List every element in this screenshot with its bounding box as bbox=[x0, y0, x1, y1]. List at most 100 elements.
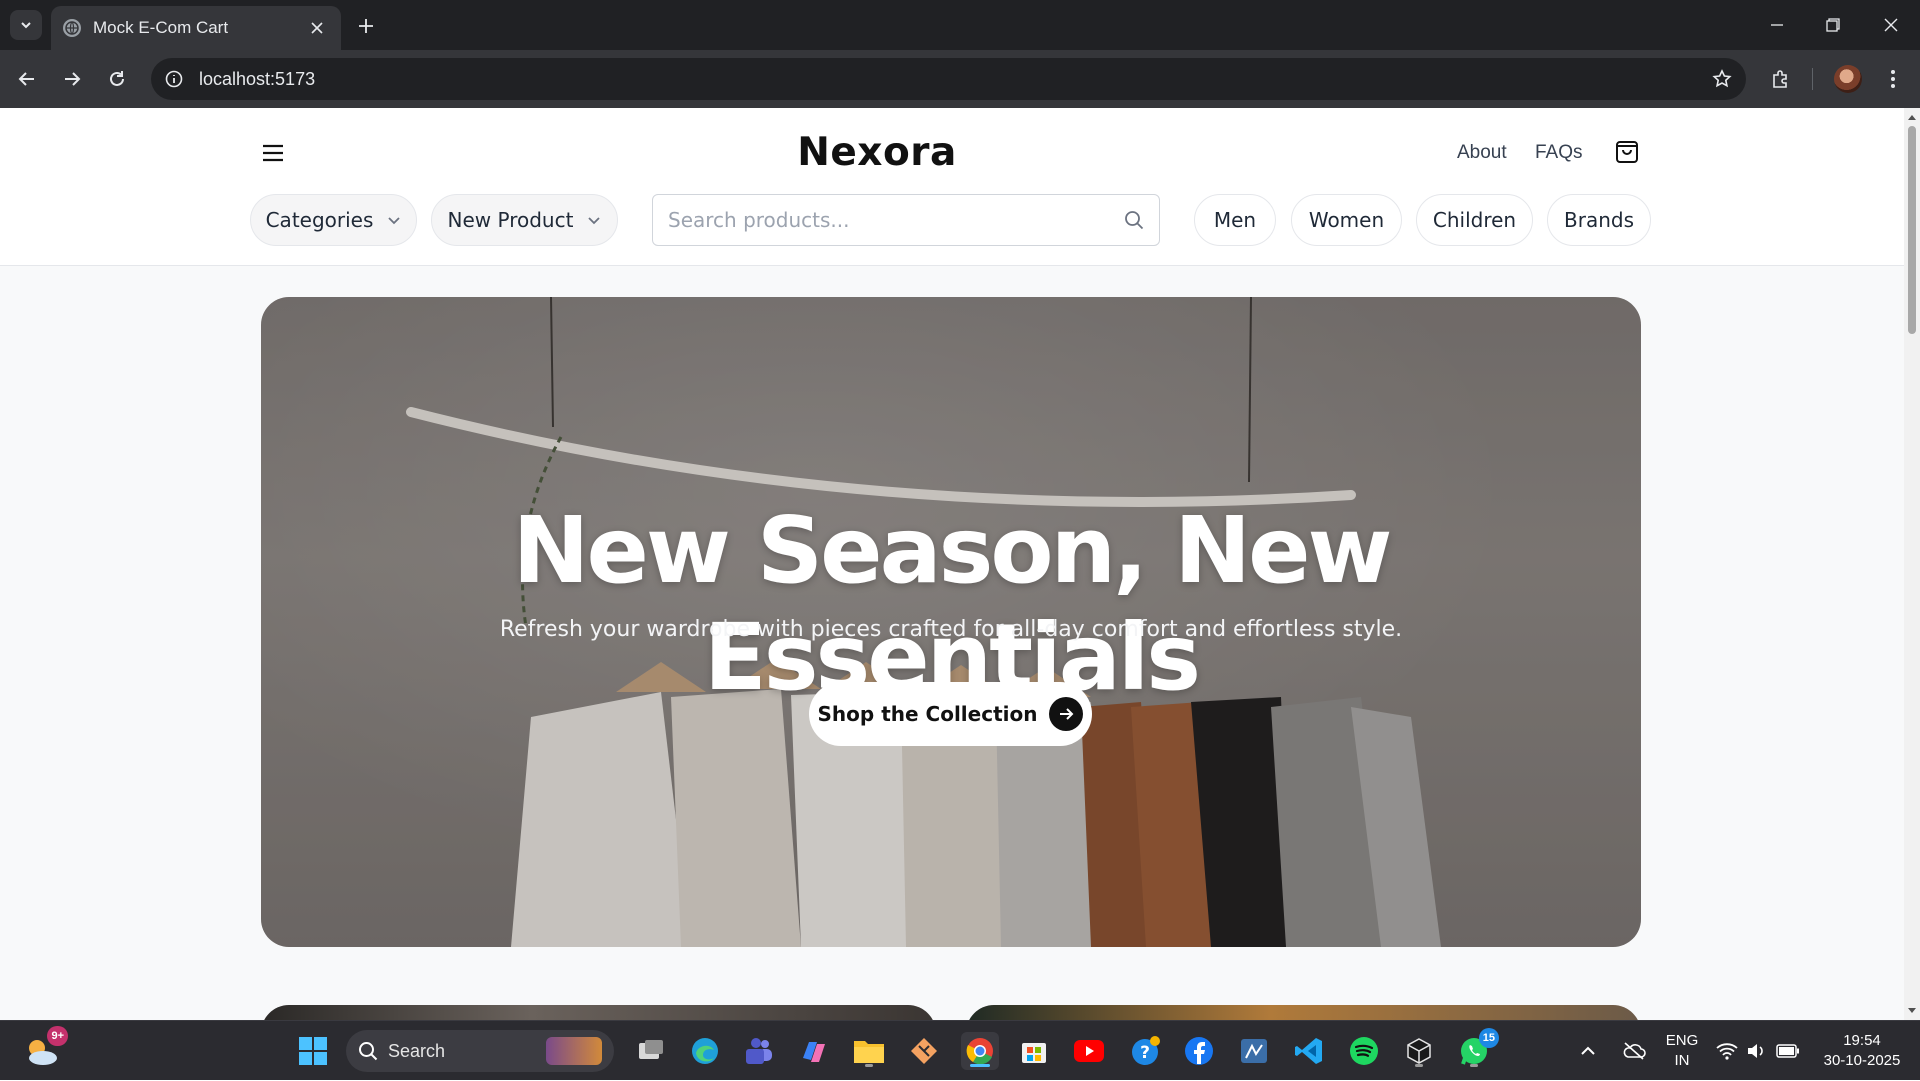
chevron-up-icon bbox=[1581, 1046, 1595, 1055]
facebook-app[interactable] bbox=[1180, 1032, 1218, 1070]
search-icon bbox=[359, 1042, 378, 1061]
clock-time: 19:54 bbox=[1843, 1032, 1881, 1049]
file-explorer-app[interactable] bbox=[850, 1032, 888, 1070]
cube-icon bbox=[1407, 1038, 1431, 1064]
chrome-app[interactable] bbox=[961, 1032, 999, 1070]
spotify-icon bbox=[1350, 1037, 1378, 1065]
cart-button[interactable] bbox=[1612, 136, 1642, 166]
address-bar[interactable]: localhost:5173 bbox=[151, 58, 1746, 100]
whatsapp-app[interactable]: 15 bbox=[1455, 1028, 1499, 1070]
category-pill-men[interactable]: Men bbox=[1194, 194, 1276, 246]
new-product-dropdown[interactable]: New Product bbox=[431, 194, 618, 246]
vscode-app[interactable] bbox=[1290, 1032, 1328, 1070]
avatar bbox=[1834, 65, 1862, 93]
hero-subheading: Refresh your wardrobe with pieces crafte… bbox=[499, 617, 1403, 642]
start-button[interactable] bbox=[294, 1032, 332, 1070]
remote-app[interactable] bbox=[1235, 1032, 1273, 1070]
scrollbar-thumb[interactable] bbox=[1908, 126, 1916, 334]
new-tab-button[interactable] bbox=[352, 12, 380, 40]
info-icon[interactable] bbox=[165, 70, 183, 88]
minimize-button[interactable] bbox=[1752, 8, 1802, 42]
scroll-up-arrow[interactable] bbox=[1907, 112, 1917, 122]
network-volume-battery[interactable] bbox=[1716, 1021, 1800, 1081]
tab-title: Mock E-Com Cart bbox=[93, 18, 229, 37]
system-clock[interactable]: 19:54 30-10-2025 bbox=[1812, 1031, 1912, 1071]
arrow-right-icon bbox=[1049, 697, 1084, 731]
star-icon[interactable] bbox=[1712, 69, 1732, 89]
onedrive-status[interactable] bbox=[1622, 1021, 1646, 1081]
copilot-app[interactable] bbox=[795, 1032, 833, 1070]
restore-button[interactable] bbox=[1808, 8, 1858, 42]
extensions-icon bbox=[1773, 70, 1787, 88]
forward-button[interactable] bbox=[55, 62, 89, 96]
windows-logo-icon bbox=[299, 1037, 327, 1065]
edge-app[interactable] bbox=[686, 1032, 724, 1070]
close-tab-button[interactable] bbox=[305, 16, 329, 40]
show-hidden-icons-button[interactable] bbox=[1580, 1021, 1596, 1081]
hamburger-menu-button[interactable] bbox=[258, 138, 288, 168]
search-icon[interactable] bbox=[1124, 210, 1144, 230]
category-pill-children[interactable]: Children bbox=[1416, 194, 1533, 246]
reload-icon bbox=[110, 71, 124, 86]
extensions-button[interactable] bbox=[1764, 62, 1798, 96]
site-logo[interactable]: Nexora bbox=[700, 130, 1054, 175]
faqs-link[interactable]: FAQs bbox=[1535, 142, 1583, 164]
search-input[interactable] bbox=[668, 208, 1124, 232]
chrome-icon bbox=[966, 1038, 993, 1065]
globe-icon bbox=[63, 19, 81, 37]
terminal-app[interactable] bbox=[1400, 1032, 1438, 1070]
active-indicator bbox=[970, 1064, 990, 1067]
weather-widget[interactable]: 9+ bbox=[22, 1026, 68, 1070]
task-view-button[interactable] bbox=[632, 1032, 670, 1070]
kebab-menu-icon bbox=[1891, 70, 1895, 88]
profile-avatar[interactable] bbox=[1831, 62, 1865, 96]
taskbar-search[interactable]: Search bbox=[346, 1030, 614, 1072]
category-pill-women[interactable]: Women bbox=[1291, 194, 1402, 246]
store-icon bbox=[1022, 1043, 1046, 1063]
youtube-icon bbox=[1074, 1040, 1104, 1062]
close-window-button[interactable] bbox=[1866, 8, 1916, 42]
back-arrow-icon bbox=[18, 72, 34, 86]
plus-icon bbox=[359, 19, 373, 33]
category-pill-brands[interactable]: Brands bbox=[1547, 194, 1651, 246]
microsoft-store-app[interactable] bbox=[1015, 1032, 1053, 1070]
browser-tab[interactable]: Mock E-Com Cart bbox=[51, 6, 341, 50]
new-product-dropdown-label: New Product bbox=[447, 208, 574, 232]
product-search bbox=[652, 194, 1160, 246]
restore-icon bbox=[1826, 18, 1840, 32]
featured-card-right[interactable] bbox=[966, 1005, 1641, 1020]
running-indicator bbox=[1470, 1064, 1478, 1067]
categories-dropdown-label: Categories bbox=[265, 208, 374, 232]
shop-collection-button[interactable]: Shop the Collection bbox=[809, 682, 1092, 746]
categories-dropdown[interactable]: Categories bbox=[250, 194, 417, 246]
volume-icon bbox=[1748, 1044, 1763, 1058]
spotify-app[interactable] bbox=[1345, 1032, 1383, 1070]
back-button[interactable] bbox=[10, 62, 44, 96]
hero-banner: New Season, New Essentials Refresh your … bbox=[261, 297, 1641, 947]
language-code: ENG bbox=[1665, 1032, 1699, 1049]
running-indicator bbox=[1415, 1064, 1423, 1067]
scroll-down-arrow[interactable] bbox=[1907, 1006, 1917, 1016]
url-text: localhost:5173 bbox=[199, 68, 316, 89]
page-scrollbar[interactable] bbox=[1904, 108, 1920, 1020]
featured-card-left[interactable] bbox=[261, 1005, 936, 1020]
copilot-icon bbox=[803, 1042, 825, 1062]
help-icon: ? bbox=[1132, 1036, 1160, 1065]
about-link[interactable]: About bbox=[1457, 142, 1507, 164]
hero-heading: New Season, New Essentials bbox=[512, 497, 1393, 711]
vscode-icon bbox=[1295, 1038, 1322, 1064]
youtube-app[interactable] bbox=[1070, 1032, 1108, 1070]
folder-icon bbox=[854, 1041, 884, 1063]
cloud-off-icon bbox=[1623, 1042, 1646, 1060]
browser-menu-button[interactable] bbox=[1876, 62, 1910, 96]
windows-taskbar: 9+ Search ? 15 ENG IN 19:54 30-10-2025 bbox=[0, 1020, 1920, 1080]
remote-desktop-icon bbox=[1241, 1039, 1267, 1063]
tab-search-button[interactable] bbox=[10, 10, 42, 40]
language-indicator[interactable]: ENG IN bbox=[1660, 1031, 1704, 1071]
reload-button[interactable] bbox=[100, 62, 134, 96]
help-app[interactable]: ? bbox=[1126, 1032, 1164, 1070]
git-app[interactable] bbox=[905, 1032, 943, 1070]
teams-app[interactable] bbox=[740, 1032, 778, 1070]
shop-collection-label: Shop the Collection bbox=[817, 702, 1038, 726]
edge-icon bbox=[692, 1038, 718, 1064]
